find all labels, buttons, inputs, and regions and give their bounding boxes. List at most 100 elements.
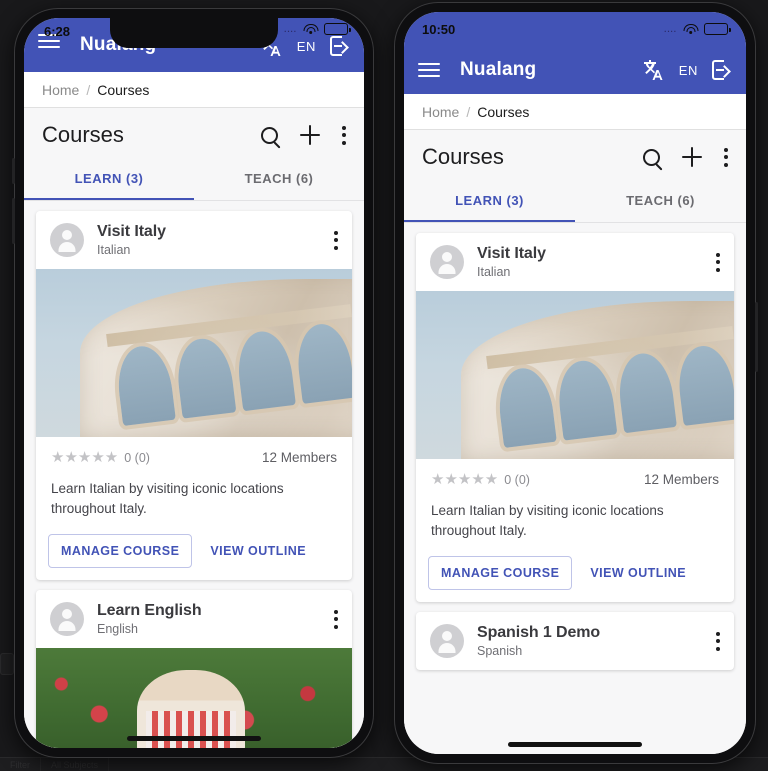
plus-icon[interactable] — [300, 125, 320, 145]
page-title: Courses — [42, 122, 124, 147]
ghost-filter-label: Filter — [10, 759, 30, 770]
course-meta-row: ★★★★★ 0 (0) 12 Members — [416, 459, 734, 491]
language-label[interactable]: EN — [297, 39, 316, 54]
course-card-header: Learn English English — [36, 590, 352, 648]
course-card-actions: MANAGE COURSE VIEW OUTLINE — [36, 534, 352, 580]
kebab-menu-icon[interactable] — [724, 147, 728, 167]
page-header-actions — [643, 147, 728, 167]
avatar — [430, 245, 464, 279]
hamburger-menu-icon[interactable] — [418, 63, 440, 77]
avatar — [50, 223, 84, 257]
course-card-titles: Learn English English — [97, 602, 321, 636]
left-phone-notch — [110, 18, 278, 48]
course-card-header: Visit Italy Italian — [416, 233, 734, 291]
breadcrumb-home-link[interactable]: Home — [422, 104, 459, 120]
breadcrumb-separator: / — [466, 103, 471, 120]
login-icon[interactable] — [712, 59, 733, 85]
wifi-icon — [683, 23, 698, 35]
ghost-subject-label: All Subjects — [51, 759, 99, 770]
kebab-menu-icon[interactable] — [342, 125, 346, 145]
status-indicators: .... — [284, 23, 351, 35]
course-kebab-menu-icon[interactable] — [334, 609, 338, 629]
course-kebab-menu-icon[interactable] — [334, 230, 338, 250]
course-language: Italian — [97, 243, 131, 257]
course-card-titles: Spanish 1 Demo Spanish — [477, 624, 703, 658]
plus-icon[interactable] — [682, 147, 702, 167]
battery-charging-icon — [324, 23, 351, 35]
power-button[interactable] — [755, 302, 758, 372]
translate-icon[interactable] — [641, 58, 665, 82]
wifi-icon — [303, 23, 318, 35]
course-title: Spanish 1 Demo — [477, 624, 601, 642]
course-card-visit-italy[interactable]: Visit Italy Italian ★★★★★ 0 (0) 12 Membe… — [36, 211, 352, 581]
course-card-titles: Visit Italy Italian — [477, 245, 703, 279]
appbar-actions: EN — [641, 58, 733, 85]
login-icon[interactable] — [330, 35, 351, 61]
course-hero-image-colosseum — [36, 269, 352, 437]
breadcrumb-home-link[interactable]: Home — [42, 82, 79, 98]
signal-dots-icon: .... — [284, 24, 297, 34]
search-icon[interactable] — [261, 126, 278, 144]
course-description: Learn Italian by visiting iconic locatio… — [431, 503, 664, 538]
right-phone-screen: 10:50 .... Nualang EN Home / Courses Cou… — [404, 12, 746, 754]
right-course-tabs: LEARN (3) TEACH (6) — [404, 180, 746, 223]
course-card-titles: Visit Italy Italian — [97, 223, 321, 257]
right-page-header: Courses — [404, 130, 746, 180]
course-language: Spanish — [477, 644, 523, 659]
course-card-header: Spanish 1 Demo Spanish — [416, 612, 734, 670]
signal-dots-icon: .... — [664, 24, 677, 34]
member-count: 12 Members — [643, 472, 719, 487]
avatar — [50, 602, 84, 637]
tab-learn[interactable]: LEARN (3) — [24, 158, 194, 200]
status-clock: 10:50 — [422, 21, 456, 37]
rating-count: 0 (0) — [504, 472, 530, 487]
tab-teach[interactable]: TEACH (6) — [575, 180, 746, 222]
left-breadcrumb: Home / Courses — [24, 72, 364, 108]
left-page-header: Courses — [24, 108, 364, 158]
rating-stars: ★★★★★ — [51, 449, 119, 466]
battery-full-icon — [704, 23, 731, 35]
course-card-spanish-1-demo[interactable]: Spanish 1 Demo Spanish — [416, 612, 734, 671]
breadcrumb-current: Courses — [97, 81, 150, 98]
language-label[interactable]: EN — [679, 63, 698, 78]
home-indicator[interactable] — [127, 736, 261, 741]
volume-up-button[interactable] — [12, 158, 15, 184]
search-icon[interactable] — [643, 148, 660, 166]
course-hero-image-colosseum — [416, 291, 734, 459]
left-course-list: Visit Italy Italian ★★★★★ 0 (0) 12 Membe… — [24, 201, 364, 748]
breadcrumb-current: Courses — [477, 103, 530, 120]
course-description: Learn Italian by visiting iconic locatio… — [51, 481, 284, 516]
right-status-bar: 10:50 .... — [404, 12, 746, 46]
course-card-visit-italy[interactable]: Visit Italy Italian ★★★★★ 0 (0) 12 Membe… — [416, 233, 734, 603]
page-title: Courses — [422, 144, 504, 169]
device-left-phone: 6:28 .... Nualang — [12, 8, 374, 758]
volume-down-button[interactable] — [12, 198, 15, 244]
status-clock: 6:28 — [44, 24, 71, 39]
course-card-learn-english[interactable]: Learn English English — [36, 590, 352, 748]
ghost-filter-cell: Filter — [0, 758, 41, 771]
course-card-header: Visit Italy Italian — [36, 211, 352, 269]
screenshot-stage: Filter All Subjects 6:28 .... Nualang — [0, 0, 768, 771]
left-course-tabs: LEARN (3) TEACH (6) — [24, 158, 364, 201]
right-app-bar: Nualang EN — [404, 46, 746, 94]
page-header-actions — [261, 125, 346, 145]
rating-stars: ★★★★★ — [431, 471, 499, 488]
device-right-phone: 10:50 .... Nualang EN Home / Courses Cou… — [394, 2, 758, 764]
left-courses-page: Courses LEARN (3) TEACH (6) Visit Italy … — [24, 108, 364, 748]
course-kebab-menu-icon[interactable] — [716, 631, 720, 651]
left-phone-screen: 6:28 .... Nualang — [24, 18, 364, 748]
app-title: Nualang — [460, 59, 537, 80]
home-indicator[interactable] — [508, 742, 642, 747]
view-outline-button[interactable]: VIEW OUTLINE — [200, 535, 316, 567]
right-course-list: Visit Italy Italian ★★★★★ 0 (0) 12 Membe… — [404, 223, 746, 671]
background-ghost-chip — [0, 653, 14, 675]
manage-course-button[interactable]: MANAGE COURSE — [428, 556, 573, 591]
course-title: Visit Italy — [97, 223, 166, 240]
view-outline-button[interactable]: VIEW OUTLINE — [580, 557, 696, 589]
course-kebab-menu-icon[interactable] — [716, 252, 720, 272]
ghost-subject-cell: All Subjects — [41, 758, 110, 771]
course-hero-image-tulips — [36, 648, 352, 748]
tab-teach[interactable]: TEACH (6) — [194, 158, 364, 200]
manage-course-button[interactable]: MANAGE COURSE — [48, 534, 193, 569]
tab-learn[interactable]: LEARN (3) — [404, 180, 575, 222]
